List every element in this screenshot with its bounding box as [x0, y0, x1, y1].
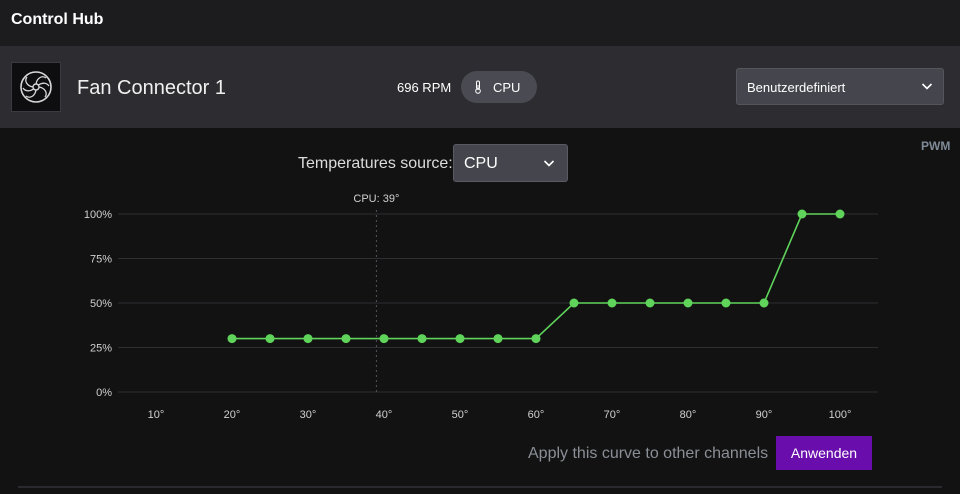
x-tick-label: 50° — [452, 409, 469, 421]
curve-point[interactable] — [759, 298, 769, 308]
thermometer-icon — [475, 80, 481, 94]
apply-button[interactable]: Anwenden — [776, 436, 872, 470]
pill-label: CPU — [493, 79, 521, 95]
chevron-down-icon — [543, 160, 555, 167]
temperature-source-pill[interactable]: CPU — [461, 71, 537, 103]
current-temp-label: CPU: 39° — [353, 193, 399, 205]
curve-point[interactable] — [341, 334, 351, 344]
fan-name: Fan Connector 1 — [77, 77, 226, 99]
curve-point[interactable] — [607, 298, 617, 308]
curve-point[interactable] — [227, 334, 237, 344]
pwm-label: PWM — [921, 139, 951, 153]
curve-point[interactable] — [265, 334, 275, 344]
curve-point[interactable] — [645, 298, 655, 308]
x-tick-label: 80° — [680, 409, 697, 421]
curve-point[interactable] — [683, 298, 693, 308]
temperature-source-select[interactable]: CPU — [453, 144, 568, 182]
x-tick-label: 100° — [829, 409, 852, 421]
x-tick-label: 90° — [756, 409, 773, 421]
app-title: Control Hub — [11, 11, 104, 28]
curve-point[interactable] — [379, 334, 389, 344]
fan-mode-value: Benutzerdefiniert — [747, 80, 846, 95]
fan-mode-select[interactable]: Benutzerdefiniert — [736, 68, 944, 105]
fan-icon — [11, 62, 61, 112]
y-tick-label: 50% — [90, 298, 112, 310]
fan-curve-chart[interactable]: 0% 25% 50% 75% 100% 10° 20° 30° 40° 50° 60° 70° 80° 9… — [0, 185, 960, 435]
curve-point[interactable] — [721, 298, 731, 308]
fan-header: Fan Connector 1 696 RPM CPU Benutzerdefi… — [0, 46, 960, 128]
curve-point[interactable] — [797, 209, 807, 219]
x-tick-label: 20° — [224, 409, 241, 421]
y-tick-label: 75% — [90, 254, 112, 266]
y-tick-label: 0% — [96, 387, 112, 399]
curve-point[interactable] — [835, 209, 845, 219]
temperature-source-label: Temperatures source: — [298, 155, 453, 172]
x-tick-label: 40° — [376, 409, 393, 421]
curve-point[interactable] — [455, 334, 465, 344]
x-tick-label: 70° — [604, 409, 621, 421]
curve-line — [232, 213, 840, 340]
x-tick-label: 60° — [528, 409, 545, 421]
divider — [18, 486, 942, 488]
curve-point[interactable] — [417, 334, 427, 344]
fan-rpm: 696 RPM — [397, 80, 452, 95]
x-tick-label: 10° — [148, 409, 165, 421]
curve-point[interactable] — [531, 334, 541, 344]
apply-curve-label: Apply this curve to other channels — [528, 445, 769, 462]
title-bar: Control Hub — [0, 0, 960, 46]
curve-point[interactable] — [493, 334, 503, 344]
temperature-source-value: CPU — [464, 155, 498, 172]
curve-point[interactable] — [303, 334, 313, 344]
y-tick-label: 25% — [90, 343, 112, 355]
curve-point[interactable] — [569, 298, 579, 308]
y-tick-label: 100% — [84, 209, 112, 221]
chevron-down-icon — [921, 83, 933, 90]
x-tick-label: 30° — [300, 409, 317, 421]
